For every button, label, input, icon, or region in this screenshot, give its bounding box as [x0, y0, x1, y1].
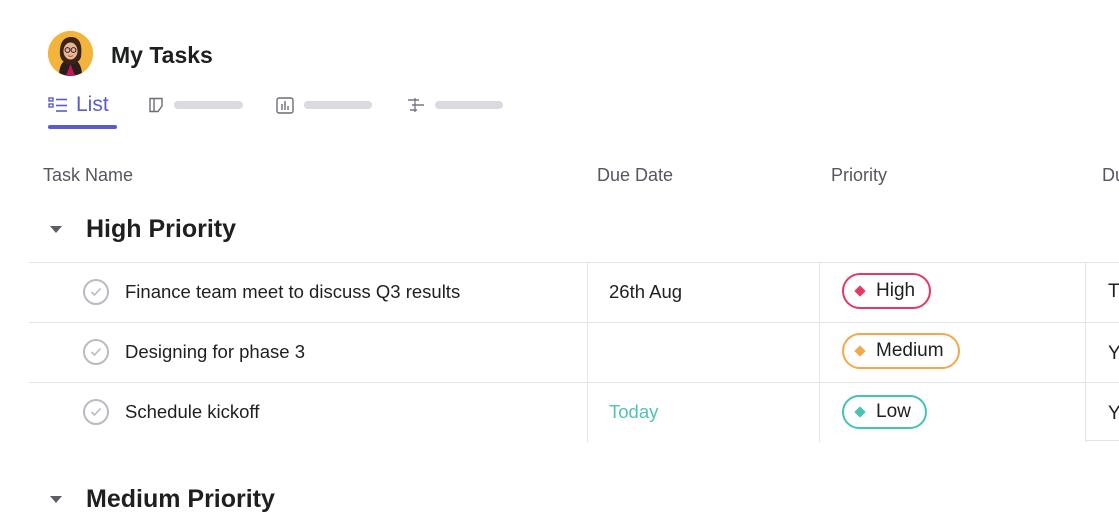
due-date-today[interactable]: Today — [609, 399, 658, 425]
column-header-due-date[interactable]: Due Date — [597, 162, 673, 188]
tab-board[interactable] — [148, 90, 243, 120]
checkmark-icon — [90, 287, 102, 297]
column-header-task-name[interactable]: Task Name — [43, 162, 133, 188]
timeline-icon — [408, 98, 424, 112]
task-name[interactable]: Finance team meet to discuss Q3 results — [125, 279, 460, 305]
list-icon — [48, 97, 67, 112]
due-date[interactable]: 26th Aug — [609, 279, 682, 305]
table-row[interactable]: Schedule kickoff Today Low Y — [0, 383, 1119, 442]
diamond-icon — [854, 345, 866, 357]
active-tab-indicator — [48, 125, 117, 129]
overflow-cell-text: Y — [1108, 403, 1119, 424]
avatar[interactable] — [48, 31, 93, 76]
tab-dashboard[interactable] — [276, 90, 372, 120]
tab-timeline[interactable] — [407, 90, 503, 120]
table-row[interactable]: Designing for phase 3 Medium Y — [0, 323, 1119, 382]
priority-badge[interactable]: High — [842, 273, 932, 309]
task-name[interactable]: Schedule kickoff — [125, 399, 259, 425]
complete-checkbox[interactable] — [83, 279, 109, 305]
complete-checkbox[interactable] — [83, 399, 109, 425]
table-row[interactable]: Finance team meet to discuss Q3 results … — [0, 263, 1119, 322]
tab-board-label-placeholder — [174, 101, 243, 109]
caret-down-icon[interactable] — [50, 496, 62, 503]
section-title: Medium Priority — [86, 485, 275, 513]
priority-badge[interactable]: Medium — [842, 333, 960, 369]
checkmark-icon — [90, 347, 102, 357]
priority-label: High — [876, 280, 916, 301]
complete-checkbox[interactable] — [83, 339, 109, 365]
overflow-cell-text: T — [1108, 281, 1119, 302]
checkmark-icon — [90, 407, 102, 417]
tab-timeline-label-placeholder — [435, 101, 503, 109]
column-header-overflow[interactable]: Du — [1102, 162, 1119, 188]
diamond-icon — [854, 285, 866, 297]
task-name[interactable]: Designing for phase 3 — [125, 339, 305, 365]
diamond-icon — [854, 406, 866, 418]
priority-label: Low — [876, 401, 911, 422]
user-avatar-image — [48, 31, 93, 76]
section-title: High Priority — [86, 215, 237, 243]
section-header-high-priority[interactable]: High Priority — [50, 215, 236, 244]
tab-list[interactable]: List — [48, 90, 109, 120]
column-header-priority[interactable]: Priority — [831, 162, 887, 188]
section-header-medium-priority[interactable]: Medium Priority — [50, 485, 275, 514]
chart-icon — [276, 96, 294, 114]
caret-down-icon[interactable] — [50, 226, 62, 233]
overflow-cell-text: Y — [1108, 343, 1119, 364]
tab-list-label: List — [76, 93, 109, 116]
priority-badge[interactable]: Low — [842, 395, 927, 429]
tab-dashboard-label-placeholder — [304, 101, 372, 109]
priority-label: Medium — [876, 340, 944, 361]
board-icon — [149, 97, 163, 113]
page-title: My Tasks — [111, 42, 213, 68]
